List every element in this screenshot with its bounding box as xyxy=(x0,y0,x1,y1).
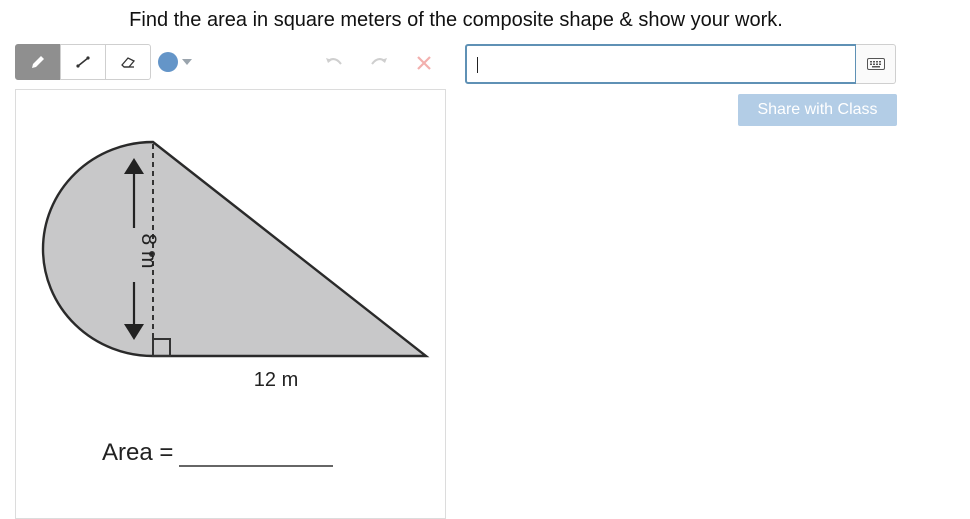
line-tool-button[interactable] xyxy=(60,44,106,80)
height-label: 8 m xyxy=(137,233,160,268)
redo-icon xyxy=(371,58,387,65)
redo-button[interactable] xyxy=(367,52,391,74)
selected-color-swatch xyxy=(158,52,178,72)
drawing-canvas[interactable]: 8 m 12 m Area = xyxy=(15,89,446,519)
area-label: Area = xyxy=(102,439,173,466)
eraser-icon xyxy=(121,57,136,68)
chevron-down-icon xyxy=(182,59,192,65)
close-icon xyxy=(417,56,431,70)
line-icon xyxy=(76,56,90,68)
text-cursor xyxy=(477,57,478,73)
pencil-tool-button[interactable] xyxy=(15,44,61,80)
undo-button[interactable] xyxy=(322,52,346,74)
color-picker[interactable] xyxy=(158,44,192,80)
clear-button[interactable] xyxy=(412,52,436,74)
composite-shape xyxy=(41,140,430,358)
answer-input[interactable] xyxy=(465,44,857,84)
drawing-toolbar xyxy=(15,44,192,80)
question-prompt: Find the area in square meters of the co… xyxy=(129,9,783,31)
keyboard-icon xyxy=(866,58,885,70)
eraser-tool-button[interactable] xyxy=(105,44,151,80)
share-with-class-button[interactable]: Share with Class xyxy=(738,94,897,126)
base-label: 12 m xyxy=(254,369,298,391)
composite-shape-figure: 8 m 12 m Area = xyxy=(41,140,430,467)
keyboard-button[interactable] xyxy=(856,44,896,84)
undo-icon xyxy=(326,58,342,65)
pencil-icon xyxy=(32,56,44,68)
